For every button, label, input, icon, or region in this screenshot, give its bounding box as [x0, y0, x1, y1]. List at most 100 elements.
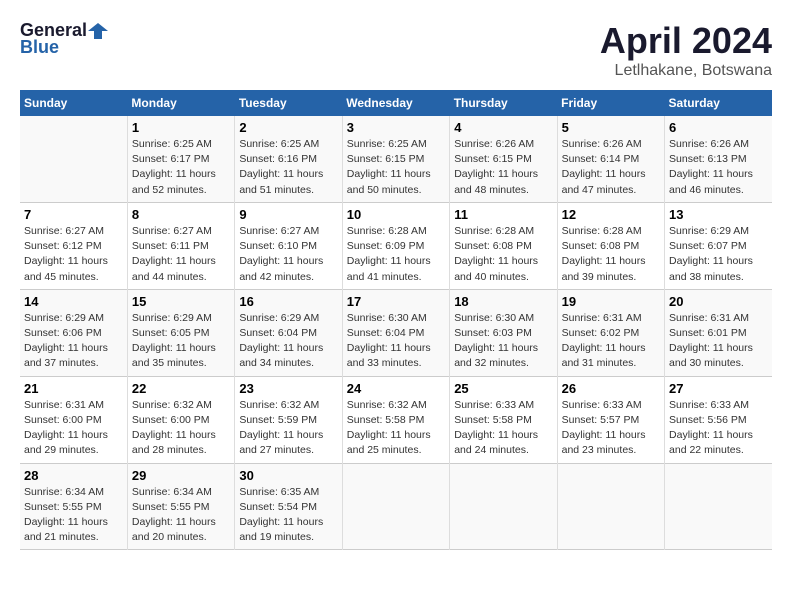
- day-cell: 23 Sunrise: 6:32 AM Sunset: 5:59 PM Dayli…: [235, 376, 342, 463]
- day-info: Sunrise: 6:27 AM Sunset: 6:11 PM Dayligh…: [132, 224, 230, 285]
- col-header-saturday: Saturday: [665, 90, 772, 116]
- calendar-table: SundayMondayTuesdayWednesdayThursdayFrid…: [20, 90, 772, 550]
- day-number: 15: [132, 294, 230, 309]
- day-number: 20: [669, 294, 768, 309]
- day-number: 11: [454, 207, 552, 222]
- day-cell: 15 Sunrise: 6:29 AM Sunset: 6:05 PM Dayli…: [127, 289, 234, 376]
- month-title: April 2024: [600, 20, 772, 62]
- day-info: Sunrise: 6:28 AM Sunset: 6:09 PM Dayligh…: [347, 224, 445, 285]
- day-cell: 11 Sunrise: 6:28 AM Sunset: 6:08 PM Dayli…: [450, 202, 557, 289]
- day-cell: 4 Sunrise: 6:26 AM Sunset: 6:15 PM Daylig…: [450, 116, 557, 202]
- day-cell: 9 Sunrise: 6:27 AM Sunset: 6:10 PM Daylig…: [235, 202, 342, 289]
- logo-blue: Blue: [20, 37, 59, 58]
- day-number: 30: [239, 468, 337, 483]
- day-cell: 13Sunrise: 6:29 AM Sunset: 6:07 PM Dayli…: [665, 202, 772, 289]
- day-info: Sunrise: 6:26 AM Sunset: 6:13 PM Dayligh…: [669, 137, 768, 198]
- day-number: 25: [454, 381, 552, 396]
- day-number: 14: [24, 294, 123, 309]
- week-row-4: 21 Sunrise: 6:31 AM Sunset: 6:00 PM Dayli…: [20, 376, 772, 463]
- week-row-3: 14 Sunrise: 6:29 AM Sunset: 6:06 PM Dayli…: [20, 289, 772, 376]
- day-cell: 14 Sunrise: 6:29 AM Sunset: 6:06 PM Dayli…: [20, 289, 127, 376]
- day-cell: 16Sunrise: 6:29 AM Sunset: 6:04 PM Dayli…: [235, 289, 342, 376]
- day-info: Sunrise: 6:31 AM Sunset: 6:01 PM Dayligh…: [669, 311, 768, 372]
- day-number: 8: [132, 207, 230, 222]
- day-info: Sunrise: 6:32 AM Sunset: 5:59 PM Dayligh…: [239, 398, 337, 459]
- day-info: Sunrise: 6:29 AM Sunset: 6:05 PM Dayligh…: [132, 311, 230, 372]
- day-info: Sunrise: 6:30 AM Sunset: 6:03 PM Dayligh…: [454, 311, 552, 372]
- day-info: Sunrise: 6:27 AM Sunset: 6:10 PM Dayligh…: [239, 224, 337, 285]
- day-number: 23: [239, 381, 337, 396]
- day-number: 22: [132, 381, 230, 396]
- day-number: 10: [347, 207, 445, 222]
- day-info: Sunrise: 6:33 AM Sunset: 5:56 PM Dayligh…: [669, 398, 768, 459]
- day-info: Sunrise: 6:25 AM Sunset: 6:15 PM Dayligh…: [347, 137, 445, 198]
- day-info: Sunrise: 6:26 AM Sunset: 6:15 PM Dayligh…: [454, 137, 552, 198]
- day-cell: 30 Sunrise: 6:35 AM Sunset: 5:54 PM Dayli…: [235, 463, 342, 550]
- day-number: 27: [669, 381, 768, 396]
- day-cell: 2 Sunrise: 6:25 AM Sunset: 6:16 PM Daylig…: [235, 116, 342, 202]
- day-number: 16: [239, 294, 337, 309]
- day-number: 18: [454, 294, 552, 309]
- day-cell: 28 Sunrise: 6:34 AM Sunset: 5:55 PM Dayli…: [20, 463, 127, 550]
- day-info: Sunrise: 6:28 AM Sunset: 6:08 PM Dayligh…: [454, 224, 552, 285]
- title-area: April 2024 Letlhakane, Botswana: [600, 20, 772, 80]
- day-cell: [557, 463, 664, 550]
- col-header-sunday: Sunday: [20, 90, 127, 116]
- col-header-wednesday: Wednesday: [342, 90, 449, 116]
- day-cell: 27 Sunrise: 6:33 AM Sunset: 5:56 PM Dayli…: [665, 376, 772, 463]
- day-info: Sunrise: 6:34 AM Sunset: 5:55 PM Dayligh…: [24, 485, 123, 546]
- day-cell: [665, 463, 772, 550]
- day-cell: 12 Sunrise: 6:28 AM Sunset: 6:08 PM Dayli…: [557, 202, 664, 289]
- day-cell: [20, 116, 127, 202]
- day-cell: 10 Sunrise: 6:28 AM Sunset: 6:09 PM Dayli…: [342, 202, 449, 289]
- day-number: 9: [239, 207, 337, 222]
- day-number: 17: [347, 294, 445, 309]
- day-info: Sunrise: 6:32 AM Sunset: 5:58 PM Dayligh…: [347, 398, 445, 459]
- day-number: 26: [562, 381, 660, 396]
- day-info: Sunrise: 6:34 AM Sunset: 5:55 PM Dayligh…: [132, 485, 230, 546]
- day-number: 13: [669, 207, 768, 222]
- logo-bird-icon: [88, 21, 108, 41]
- day-cell: 18 Sunrise: 6:30 AM Sunset: 6:03 PM Dayli…: [450, 289, 557, 376]
- day-cell: 22 Sunrise: 6:32 AM Sunset: 6:00 PM Dayli…: [127, 376, 234, 463]
- day-info: Sunrise: 6:33 AM Sunset: 5:58 PM Dayligh…: [454, 398, 552, 459]
- day-cell: 8 Sunrise: 6:27 AM Sunset: 6:11 PM Daylig…: [127, 202, 234, 289]
- day-number: 12: [562, 207, 660, 222]
- day-info: Sunrise: 6:25 AM Sunset: 6:16 PM Dayligh…: [239, 137, 337, 198]
- day-cell: 25 Sunrise: 6:33 AM Sunset: 5:58 PM Dayli…: [450, 376, 557, 463]
- day-number: 7: [24, 207, 123, 222]
- day-info: Sunrise: 6:33 AM Sunset: 5:57 PM Dayligh…: [562, 398, 660, 459]
- day-cell: 26 Sunrise: 6:33 AM Sunset: 5:57 PM Dayli…: [557, 376, 664, 463]
- day-number: 21: [24, 381, 123, 396]
- col-header-friday: Friday: [557, 90, 664, 116]
- day-cell: 1Sunrise: 6:25 AM Sunset: 6:17 PM Daylig…: [127, 116, 234, 202]
- day-cell: 7Sunrise: 6:27 AM Sunset: 6:12 PM Daylig…: [20, 202, 127, 289]
- day-cell: 21 Sunrise: 6:31 AM Sunset: 6:00 PM Dayli…: [20, 376, 127, 463]
- location-title: Letlhakane, Botswana: [600, 62, 772, 80]
- day-info: Sunrise: 6:31 AM Sunset: 6:00 PM Dayligh…: [24, 398, 123, 459]
- day-cell: 5Sunrise: 6:26 AM Sunset: 6:14 PM Daylig…: [557, 116, 664, 202]
- day-cell: 24Sunrise: 6:32 AM Sunset: 5:58 PM Dayli…: [342, 376, 449, 463]
- week-row-5: 28 Sunrise: 6:34 AM Sunset: 5:55 PM Dayli…: [20, 463, 772, 550]
- week-row-1: 1Sunrise: 6:25 AM Sunset: 6:17 PM Daylig…: [20, 116, 772, 202]
- day-info: Sunrise: 6:29 AM Sunset: 6:06 PM Dayligh…: [24, 311, 123, 372]
- day-number: 28: [24, 468, 123, 483]
- day-info: Sunrise: 6:28 AM Sunset: 6:08 PM Dayligh…: [562, 224, 660, 285]
- day-cell: 6Sunrise: 6:26 AM Sunset: 6:13 PM Daylig…: [665, 116, 772, 202]
- day-info: Sunrise: 6:35 AM Sunset: 5:54 PM Dayligh…: [239, 485, 337, 546]
- calendar-body: 1Sunrise: 6:25 AM Sunset: 6:17 PM Daylig…: [20, 116, 772, 550]
- day-number: 29: [132, 468, 230, 483]
- logo: General Blue: [20, 20, 109, 58]
- col-header-monday: Monday: [127, 90, 234, 116]
- week-row-2: 7Sunrise: 6:27 AM Sunset: 6:12 PM Daylig…: [20, 202, 772, 289]
- day-info: Sunrise: 6:32 AM Sunset: 6:00 PM Dayligh…: [132, 398, 230, 459]
- day-number: 19: [562, 294, 660, 309]
- day-number: 3: [347, 120, 445, 135]
- day-cell: 20 Sunrise: 6:31 AM Sunset: 6:01 PM Dayli…: [665, 289, 772, 376]
- header: General Blue April 2024 Letlhakane, Bots…: [20, 20, 772, 80]
- calendar-header-row: SundayMondayTuesdayWednesdayThursdayFrid…: [20, 90, 772, 116]
- day-info: Sunrise: 6:31 AM Sunset: 6:02 PM Dayligh…: [562, 311, 660, 372]
- day-number: 2: [239, 120, 337, 135]
- day-cell: [450, 463, 557, 550]
- day-number: 4: [454, 120, 552, 135]
